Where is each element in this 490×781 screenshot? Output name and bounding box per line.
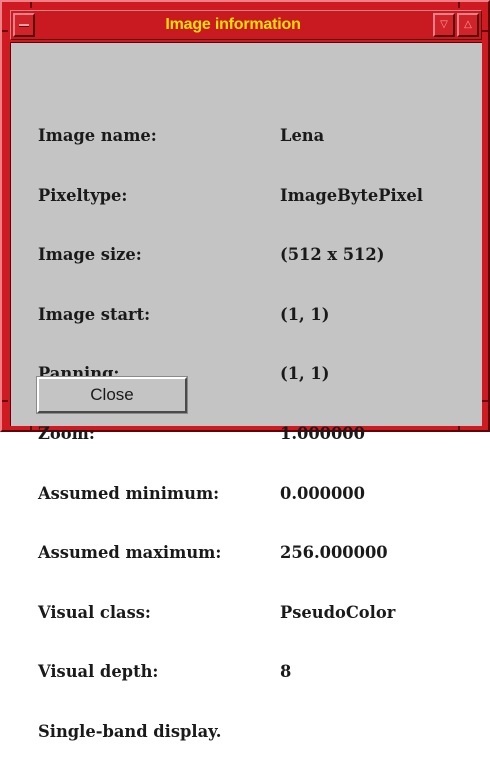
info-value: 8 <box>280 662 292 682</box>
info-row-pixeltype: Pixeltype: ImageBytePixel <box>38 185 423 207</box>
minimize-button[interactable]: ▽ <box>433 13 455 37</box>
info-value: PseudoColor <box>280 602 396 622</box>
info-label: Image size: <box>38 245 142 265</box>
info-value: (512 x 512) <box>280 245 385 265</box>
info-label: Image start: <box>38 304 151 324</box>
info-value: ImageBytePixel <box>280 185 423 205</box>
info-row-image-start: Image start: (1, 1) <box>38 304 423 326</box>
frame-corner-notch <box>2 400 8 402</box>
info-label: Zoom: <box>38 423 95 443</box>
display-mode-text: Single-band display. <box>38 721 222 741</box>
frame-corner-notch <box>482 400 488 402</box>
info-value: 1.000000 <box>280 423 365 443</box>
info-value: (1, 1) <box>280 364 330 384</box>
close-button[interactable]: Close <box>36 376 188 414</box>
info-value: 256.000000 <box>280 543 388 563</box>
info-value: Lena <box>280 126 325 145</box>
info-row-zoom: Zoom: 1.000000 <box>38 423 423 445</box>
info-label: Assumed minimum: <box>38 483 220 503</box>
info-label: Visual depth: <box>38 662 159 682</box>
info-label: Pixeltype: <box>38 185 128 205</box>
triangle-down-icon: ▽ <box>440 19 448 30</box>
info-label: Visual class: <box>38 602 151 622</box>
info-label: Assumed maximum: <box>38 543 222 563</box>
window-title: Image information <box>165 16 301 33</box>
image-info-list: Image name: Lena Pixeltype: ImageBytePixel… <box>38 87 423 781</box>
info-label: Image name: <box>38 126 157 145</box>
frame-corner-notch <box>482 30 488 32</box>
frame-corner-notch <box>2 30 8 32</box>
title-bar[interactable]: Image information ▽ △ <box>10 10 482 40</box>
info-value: 0.000000 <box>280 483 365 503</box>
info-value: (1, 1) <box>280 304 330 324</box>
dialog-body: Image name: Lena Pixeltype: ImageBytePixel… <box>10 42 482 741</box>
image-information-window: Image information ▽ △ Image name: Lena Pi… <box>0 0 490 741</box>
frame-corner-notch <box>30 2 32 8</box>
info-row-assumed-minimum: Assumed minimum: 0.000000 <box>38 483 423 505</box>
frame-corner-notch <box>458 2 460 8</box>
info-row-visual-depth: Visual depth: 8 <box>38 661 423 683</box>
maximize-button[interactable]: △ <box>457 13 479 37</box>
info-row-assumed-maximum: Assumed maximum: 256.000000 <box>38 542 423 564</box>
info-row-image-name: Image name: Lena <box>38 125 423 147</box>
triangle-up-icon: △ <box>464 19 472 30</box>
window-menu-button[interactable] <box>13 13 35 37</box>
window-menu-icon <box>19 23 29 27</box>
info-row-image-size: Image size: (512 x 512) <box>38 244 423 266</box>
info-row-visual-class: Visual class: PseudoColor <box>38 602 423 624</box>
